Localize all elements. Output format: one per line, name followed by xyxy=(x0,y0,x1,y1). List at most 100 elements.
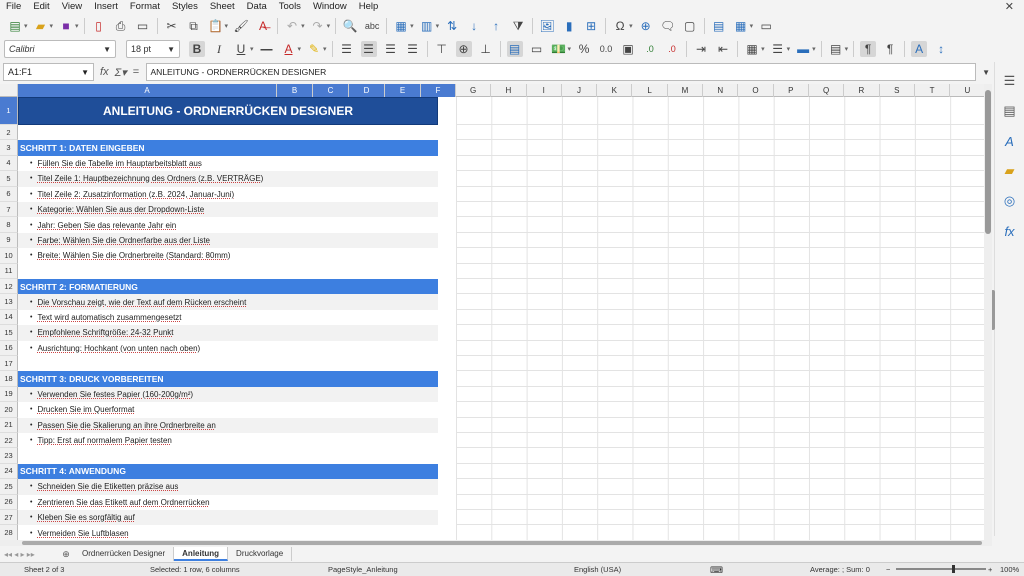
column-header-e[interactable]: E xyxy=(385,84,421,97)
tab-navigation-arrows[interactable]: ◂◂ ◂ ▸ ▸▸ xyxy=(0,550,58,559)
column-header-o[interactable]: O xyxy=(738,84,774,97)
column-header-s[interactable]: S xyxy=(880,84,915,97)
empty-cells[interactable] xyxy=(456,510,984,526)
column-header-h[interactable]: H xyxy=(491,84,527,97)
empty-cells[interactable] xyxy=(456,463,984,480)
sort-descending-icon[interactable]: ↑ xyxy=(488,18,504,34)
empty-cells[interactable] xyxy=(456,417,984,433)
zoom-slider-knob[interactable] xyxy=(952,565,955,573)
row-header[interactable]: 11 xyxy=(0,263,18,279)
instruction-cell[interactable]: • Text wird automatisch zusammengesetzt xyxy=(18,310,438,325)
empty-cells[interactable] xyxy=(456,340,984,356)
font-size-box[interactable]: 18 pt ▼ xyxy=(126,40,180,58)
page-style[interactable]: PageStyle_Anleitung xyxy=(328,565,398,574)
column-header-i[interactable]: I xyxy=(527,84,562,97)
section-header-cell[interactable]: SCHRITT 2: FORMATIERUNG xyxy=(18,279,438,295)
add-sheet-icon[interactable]: ⊕ xyxy=(58,549,74,560)
row-header[interactable]: 12 xyxy=(0,279,18,295)
freeze-dropdown-icon[interactable]: ▾ xyxy=(750,22,754,30)
instruction-cell[interactable]: • Kategorie: Wählen Sie aus der Dropdown-… xyxy=(18,202,438,218)
italic-icon[interactable]: I xyxy=(211,41,227,57)
row-header[interactable]: 22 xyxy=(0,433,18,449)
instruction-cell[interactable]: • Jahr: Geben Sie das relevante Jahr ein xyxy=(18,217,438,232)
column-header-n[interactable]: N xyxy=(703,84,739,97)
border-color-icon[interactable]: ▬ xyxy=(795,41,811,57)
menu-help[interactable]: Help xyxy=(353,0,385,14)
percent-format-icon[interactable]: % xyxy=(576,41,592,57)
instruction-cell[interactable]: • Titel Zeile 1: Hauptbezeichnung des Ord… xyxy=(18,171,438,187)
menu-file[interactable]: File xyxy=(0,0,27,14)
column-header-d[interactable]: D xyxy=(349,84,385,97)
special-character-dropdown-icon[interactable]: ▾ xyxy=(629,22,633,30)
row-icon[interactable]: ▦ xyxy=(393,18,409,34)
empty-cells[interactable] xyxy=(456,448,984,464)
wrap-text-icon[interactable]: ▤ xyxy=(506,41,523,57)
paste-dropdown-icon[interactable]: ▾ xyxy=(225,22,229,30)
language[interactable]: English (USA) xyxy=(574,565,621,574)
functions-icon[interactable]: fx xyxy=(1001,222,1019,240)
undo-icon[interactable]: ↶ xyxy=(284,18,300,34)
row-header[interactable]: 17 xyxy=(0,356,18,372)
print-icon[interactable]: ⎙ xyxy=(113,18,129,34)
instruction-cell[interactable]: • Ausrichtung: Hochkant (von unten nach o… xyxy=(18,341,438,356)
column-header-u[interactable]: U xyxy=(950,84,986,97)
instruction-cell[interactable]: • Verwenden Sie festes Papier (160-200g/m… xyxy=(18,386,438,403)
clone-formatting-icon[interactable]: 🖌 xyxy=(233,18,249,34)
export-pdf-icon[interactable]: ▯ xyxy=(91,18,107,34)
menu-tools[interactable]: Tools xyxy=(273,0,307,14)
text-orientation-vertical-icon[interactable]: ↕ xyxy=(933,41,949,57)
instruction-cell[interactable]: • Vermeiden Sie Luftblasen xyxy=(18,525,438,540)
center-vertically-icon[interactable]: ⊕ xyxy=(455,41,472,57)
underline-dropdown-icon[interactable]: ▾ xyxy=(250,45,254,53)
border-style-dropdown-icon[interactable]: ▾ xyxy=(787,45,791,53)
conditional-dropdown-icon[interactable]: ▾ xyxy=(845,45,849,53)
sum-info[interactable]: Average: ; Sum: 0 xyxy=(810,565,870,574)
column-header-q[interactable]: Q xyxy=(809,84,845,97)
decrease-indent-icon[interactable]: ⇤ xyxy=(715,41,731,57)
empty-cells[interactable] xyxy=(456,356,984,372)
title-cell[interactable]: ANLEITUNG - ORDNERRÜCKEN DESIGNER xyxy=(18,97,438,125)
column-header-r[interactable]: R xyxy=(844,84,880,97)
row-header[interactable]: 24 xyxy=(0,463,18,480)
justify-icon[interactable]: ☰ xyxy=(405,41,421,57)
spreadsheet-grid[interactable]: ABCDEFGHIJKLMNOPQRSTU 1 ANLEITUNG - ORDNE… xyxy=(0,84,992,540)
row-header[interactable]: 3 xyxy=(0,140,18,156)
new-dropdown-icon[interactable]: ▾ xyxy=(24,22,28,30)
cut-icon[interactable]: ✂ xyxy=(164,18,180,34)
gallery-icon[interactable]: ▰ xyxy=(1001,162,1019,180)
spelling-icon[interactable]: abc xyxy=(364,18,380,34)
column-header-j[interactable]: J xyxy=(562,84,598,97)
input-mode-icon[interactable]: ⌨ xyxy=(710,565,723,576)
vertical-scrollbar-thumb[interactable] xyxy=(985,90,991,234)
row-header[interactable]: 10 xyxy=(0,248,18,264)
empty-cells[interactable] xyxy=(456,97,984,125)
row-header[interactable]: 18 xyxy=(0,371,18,387)
highlight-dropdown-icon[interactable]: ▾ xyxy=(323,45,327,53)
row-header[interactable]: 25 xyxy=(0,479,18,495)
row-header[interactable]: 13 xyxy=(0,294,18,310)
bold-icon[interactable]: B xyxy=(189,41,205,57)
row-header[interactable]: 26 xyxy=(0,494,18,510)
sheet-tab[interactable]: Anleitung xyxy=(174,547,229,561)
empty-cells[interactable] xyxy=(456,248,984,264)
formula-input[interactable]: ANLEITUNG - ORDNERRÜCKEN DESIGNER xyxy=(145,63,977,81)
sidebar-menu-icon[interactable]: ☰ xyxy=(1001,72,1019,90)
column-header-m[interactable]: M xyxy=(668,84,704,97)
redo-dropdown-icon[interactable]: ▾ xyxy=(327,22,331,30)
open-folder-icon[interactable]: ▰ xyxy=(33,18,49,34)
strikethrough-icon[interactable]: — xyxy=(259,41,275,57)
sheet-tab[interactable]: Ordnerrücken Designer xyxy=(74,547,175,561)
hyperlink-icon[interactable]: ⊕ xyxy=(638,18,654,34)
menu-styles[interactable]: Styles xyxy=(166,0,204,14)
special-character-icon[interactable]: Ω xyxy=(612,18,628,34)
row-header[interactable]: 15 xyxy=(0,325,18,341)
align-bottom-icon[interactable]: ⊥ xyxy=(478,41,494,57)
row-header[interactable]: 16 xyxy=(0,340,18,356)
row-header[interactable]: 28 xyxy=(0,525,18,540)
comment-icon[interactable]: 🗨 xyxy=(660,18,676,34)
empty-cells[interactable] xyxy=(456,386,984,403)
column-header-c[interactable]: C xyxy=(313,84,349,97)
chevron-down-icon[interactable]: ▼ xyxy=(103,45,111,54)
save-dropdown-icon[interactable]: ▾ xyxy=(75,22,79,30)
menu-sheet[interactable]: Sheet xyxy=(204,0,241,14)
